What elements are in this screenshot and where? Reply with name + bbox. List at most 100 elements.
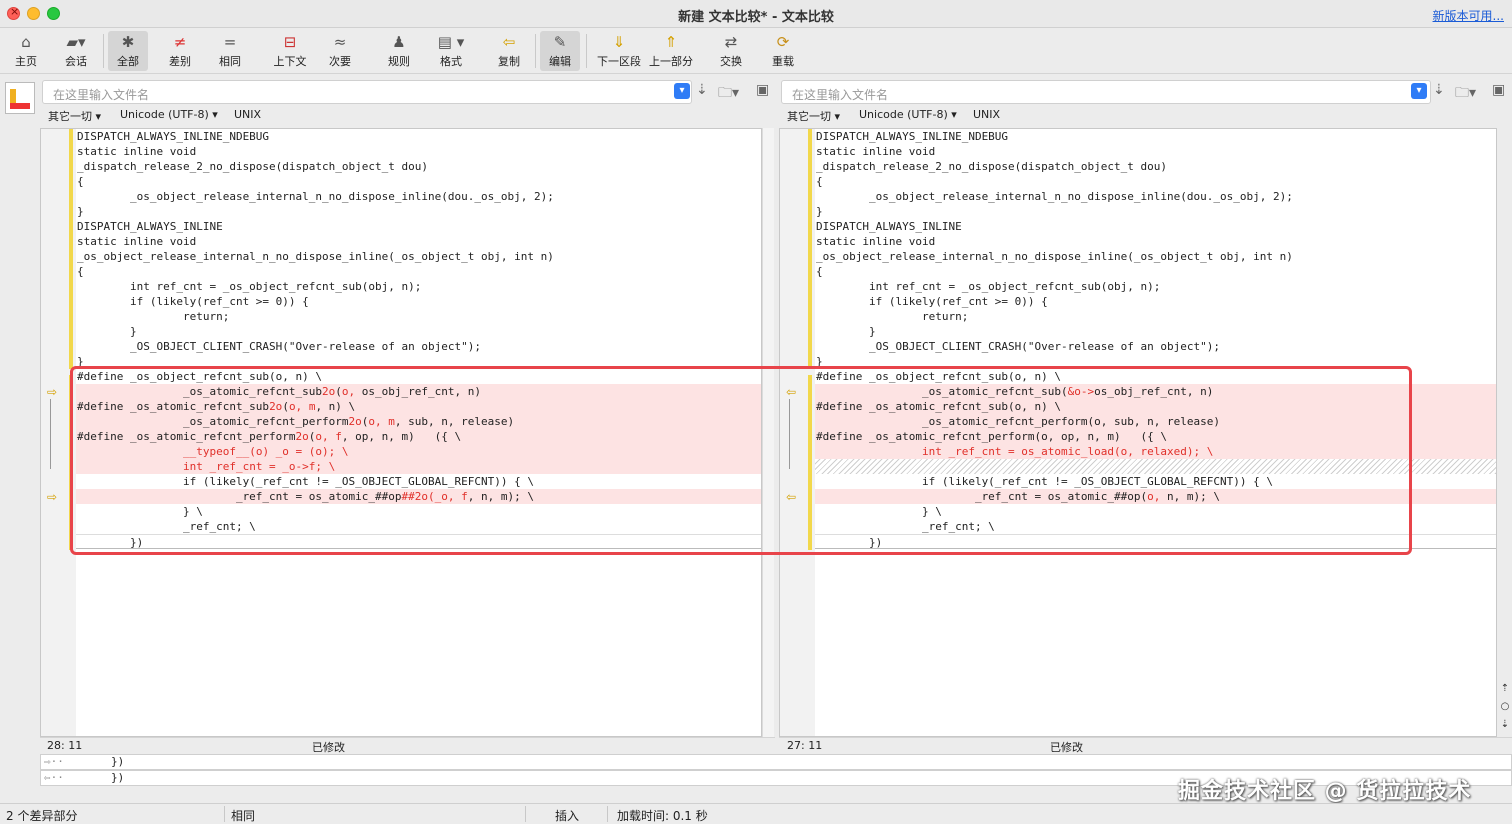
right-encoding-dropdown[interactable]: Unicode (UTF-8) ▾ bbox=[859, 108, 957, 121]
code-line[interactable]: { bbox=[76, 264, 761, 279]
code-line[interactable]: int _ref_cnt = os_atomic_load(o, relaxed… bbox=[815, 444, 1496, 459]
right-save-icon[interactable]: ▣ bbox=[1492, 82, 1505, 98]
code-line[interactable] bbox=[815, 459, 1496, 474]
right-history-dropdown[interactable]: ▾ bbox=[1411, 83, 1427, 99]
show-same-button[interactable]: = 相同 bbox=[210, 31, 250, 71]
home-button[interactable]: ⌂ 主页 bbox=[8, 31, 44, 71]
format-button[interactable]: ▤ ▾ 格式 bbox=[426, 31, 476, 71]
code-line[interactable]: __typeof__(o) _o = (o); \ bbox=[76, 444, 761, 459]
code-line[interactable]: static inline void bbox=[76, 144, 761, 159]
edit-button[interactable]: ✎ 编辑 bbox=[540, 31, 580, 71]
code-line[interactable]: } \ bbox=[76, 504, 761, 519]
code-line[interactable]: _ref_cnt = os_atomic_##op(o, n, m); \ bbox=[815, 489, 1496, 504]
code-line[interactable]: DISPATCH_ALWAYS_INLINE bbox=[815, 219, 1496, 234]
right-editor-pane[interactable]: ⇦ ⇦ DISPATCH_ALWAYS_INLINE_NDEBUG static … bbox=[779, 128, 1497, 737]
code-line[interactable]: _os_atomic_refcnt_sub(&o->os_obj_ref_cnt… bbox=[815, 384, 1496, 399]
copy-button[interactable]: ⇦ 复制 bbox=[490, 31, 528, 71]
code-line[interactable]: _os_object_release_internal_n_no_dispose… bbox=[815, 189, 1496, 204]
left-refresh-icon[interactable]: ⇣ bbox=[696, 82, 708, 98]
code-line[interactable]: } bbox=[815, 324, 1496, 339]
code-line[interactable]: { bbox=[815, 174, 1496, 189]
left-other-dropdown[interactable]: 其它一切 ▾ bbox=[48, 108, 101, 124]
code-line[interactable]: } \ bbox=[815, 504, 1496, 519]
right-refresh-icon[interactable]: ⇣ bbox=[1433, 82, 1445, 98]
code-line[interactable]: } bbox=[76, 324, 761, 339]
code-line[interactable]: _ref_cnt; \ bbox=[76, 519, 761, 534]
right-diff-marker-icon[interactable]: ⇦ bbox=[786, 385, 796, 399]
session-button[interactable]: ▰▾ 会话 bbox=[56, 31, 96, 71]
code-line[interactable]: if (likely(ref_cnt >= 0)) { bbox=[815, 294, 1496, 309]
code-line[interactable]: if (likely(_ref_cnt != _OS_OBJECT_GLOBAL… bbox=[76, 474, 761, 489]
code-line[interactable]: _ref_cnt; \ bbox=[815, 519, 1496, 534]
code-line[interactable]: _os_object_release_internal_n_no_dispose… bbox=[76, 189, 761, 204]
left-encoding-dropdown[interactable]: Unicode (UTF-8) ▾ bbox=[120, 108, 218, 121]
code-line[interactable]: } bbox=[76, 354, 761, 369]
code-line[interactable]: } bbox=[76, 204, 761, 219]
code-line[interactable]: _os_atomic_refcnt_perform(o, sub, n, rel… bbox=[815, 414, 1496, 429]
code-line[interactable]: _ref_cnt = os_atomic_##op##2o(_o, f, n, … bbox=[76, 489, 761, 504]
compare-line-left[interactable]: ⇨·· }) bbox=[40, 754, 1512, 770]
code-line[interactable]: return; bbox=[76, 309, 761, 324]
code-line[interactable]: _OS_OBJECT_CLIENT_CRASH("Over-release of… bbox=[76, 339, 761, 354]
code-line[interactable]: #define _os_atomic_refcnt_sub2o(o, m, n)… bbox=[76, 399, 761, 414]
left-open-folder-icon[interactable]: 🗀▾ bbox=[718, 82, 739, 106]
code-line[interactable]: }) bbox=[76, 534, 761, 549]
code-line[interactable]: int ref_cnt = _os_object_refcnt_sub(obj,… bbox=[815, 279, 1496, 294]
code-line[interactable]: _os_atomic_refcnt_perform2o(o, m, sub, n… bbox=[76, 414, 761, 429]
code-line[interactable]: _dispatch_release_2_no_dispose(dispatch_… bbox=[76, 159, 761, 174]
right-code-view[interactable]: DISPATCH_ALWAYS_INLINE_NDEBUG static inli… bbox=[815, 129, 1496, 736]
code-line[interactable]: static inline void bbox=[815, 234, 1496, 249]
code-line[interactable]: _os_object_release_internal_n_no_dispose… bbox=[76, 249, 761, 264]
left-editor-pane[interactable]: ⇨ ⇨ DISPATCH_ALWAYS_INLINE_NDEBUG static … bbox=[40, 128, 762, 737]
code-line[interactable]: _dispatch_release_2_no_dispose(dispatch_… bbox=[815, 159, 1496, 174]
center-icon[interactable]: ○ bbox=[1499, 698, 1511, 716]
code-line[interactable]: _os_atomic_refcnt_sub2o(o, os_obj_ref_cn… bbox=[76, 384, 761, 399]
code-line[interactable]: #define _os_atomic_refcnt_sub(o, n) \ bbox=[815, 399, 1496, 414]
code-line[interactable]: DISPATCH_ALWAYS_INLINE_NDEBUG bbox=[76, 129, 761, 144]
left-save-icon[interactable]: ▣ bbox=[756, 82, 769, 98]
minor-button[interactable]: ≈ 次要 bbox=[322, 31, 358, 71]
left-history-dropdown[interactable]: ▾ bbox=[674, 83, 690, 99]
left-code-view[interactable]: DISPATCH_ALWAYS_INLINE_NDEBUG static inli… bbox=[76, 129, 761, 736]
scroll-down-icon[interactable]: ⇣ bbox=[1499, 716, 1511, 734]
left-diff-marker-icon[interactable]: ⇨ bbox=[47, 385, 57, 399]
code-line[interactable]: static inline void bbox=[76, 234, 761, 249]
right-other-dropdown[interactable]: 其它一切 ▾ bbox=[787, 108, 840, 124]
prev-part-button[interactable]: ⇑ 上一部分 bbox=[648, 31, 694, 71]
code-line[interactable]: } bbox=[815, 354, 1496, 369]
code-line[interactable]: return; bbox=[815, 309, 1496, 324]
code-line[interactable]: int ref_cnt = _os_object_refcnt_sub(obj,… bbox=[76, 279, 761, 294]
left-diff-marker-icon[interactable]: ⇨ bbox=[47, 490, 57, 504]
code-line[interactable]: if (likely(_ref_cnt != _OS_OBJECT_GLOBAL… bbox=[815, 474, 1496, 489]
code-line[interactable]: { bbox=[76, 174, 761, 189]
code-line[interactable]: { bbox=[815, 264, 1496, 279]
left-lineending-label[interactable]: UNIX bbox=[234, 108, 261, 121]
code-line[interactable]: int _ref_cnt = _o->f; \ bbox=[76, 459, 761, 474]
code-line[interactable]: _os_object_release_internal_n_no_dispose… bbox=[815, 249, 1496, 264]
code-line[interactable]: #define _os_object_refcnt_sub(o, n) \ bbox=[76, 369, 761, 384]
next-section-button[interactable]: ⇓ 下一区段 bbox=[596, 31, 642, 71]
code-line[interactable]: }) bbox=[815, 534, 1496, 549]
code-line[interactable]: if (likely(ref_cnt >= 0)) { bbox=[76, 294, 761, 309]
left-filename-input[interactable]: 在这里输入文件名 bbox=[42, 80, 692, 104]
code-line[interactable]: #define _os_atomic_refcnt_perform(o, op,… bbox=[815, 429, 1496, 444]
right-filename-input[interactable]: 在这里输入文件名 bbox=[781, 80, 1431, 104]
code-line[interactable]: static inline void bbox=[815, 144, 1496, 159]
right-diff-marker-icon[interactable]: ⇦ bbox=[786, 490, 796, 504]
code-line[interactable]: #define _os_atomic_refcnt_perform2o(o, f… bbox=[76, 429, 761, 444]
code-line[interactable]: _OS_OBJECT_CLIENT_CRASH("Over-release of… bbox=[815, 339, 1496, 354]
code-line[interactable]: } bbox=[815, 204, 1496, 219]
reload-button[interactable]: ⟳ 重载 bbox=[764, 31, 802, 71]
show-diffs-button[interactable]: ≠ 差别 bbox=[160, 31, 200, 71]
show-all-button[interactable]: ✱ 全部 bbox=[108, 31, 148, 71]
scroll-up-icon[interactable]: ⇡ bbox=[1499, 680, 1511, 698]
left-scrollbar[interactable] bbox=[762, 128, 774, 737]
code-line[interactable]: DISPATCH_ALWAYS_INLINE_NDEBUG bbox=[815, 129, 1496, 144]
swap-button[interactable]: ⇄ 交换 bbox=[712, 31, 750, 71]
context-button[interactable]: ⊟ 上下文 bbox=[268, 31, 312, 71]
code-line[interactable]: #define _os_object_refcnt_sub(o, n) \ bbox=[815, 369, 1496, 384]
right-open-folder-icon[interactable]: 🗀▾ bbox=[1455, 82, 1476, 106]
right-lineending-label[interactable]: UNIX bbox=[973, 108, 1000, 121]
new-version-link[interactable]: 新版本可用... bbox=[1433, 7, 1504, 24]
code-line[interactable]: DISPATCH_ALWAYS_INLINE bbox=[76, 219, 761, 234]
